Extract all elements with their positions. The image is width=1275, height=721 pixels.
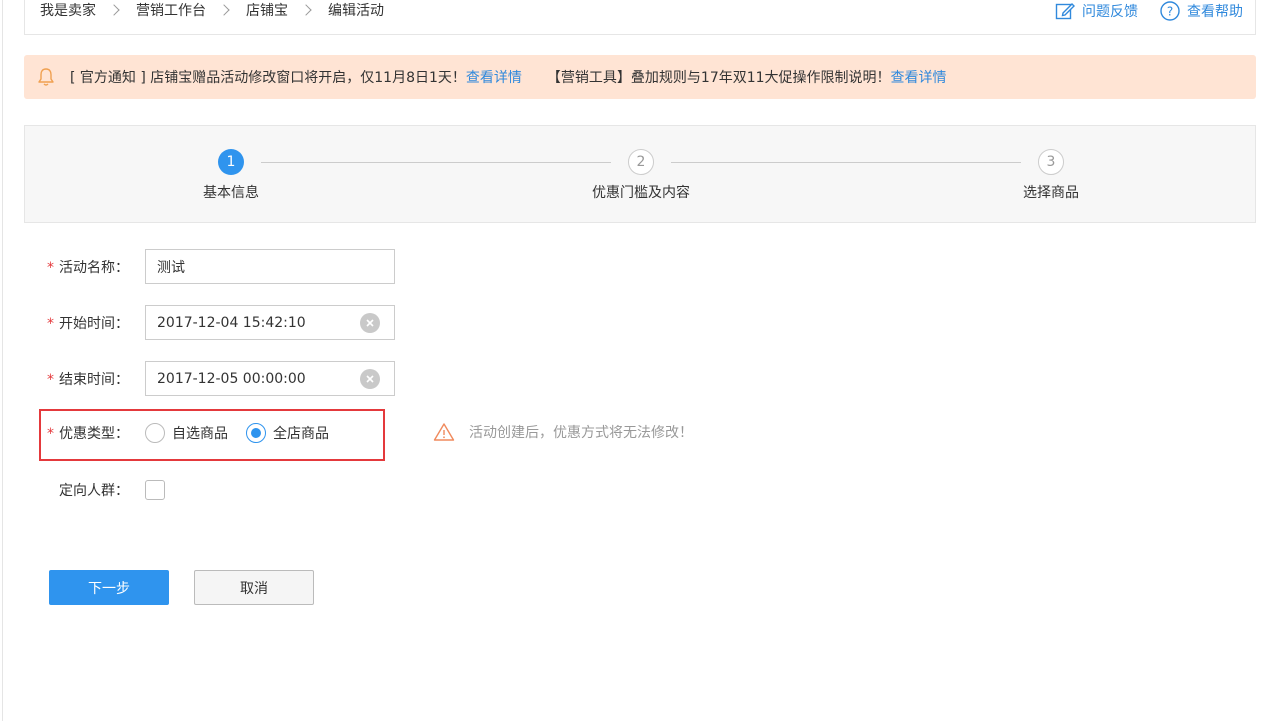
field-end-time: * 结束时间： 2017-12-05 00:00:00 — [0, 361, 395, 396]
bell-icon — [36, 67, 56, 87]
chevron-right-icon — [218, 4, 230, 16]
discount-type-warning: 活动创建后，优惠方式将无法修改！ — [433, 422, 693, 442]
radio-label: 全店商品 — [273, 426, 329, 442]
start-time-input[interactable]: 2017-12-04 15:42:10 — [145, 305, 395, 340]
clear-icon[interactable] — [360, 369, 380, 389]
field-label: 定向人群： — [59, 483, 129, 499]
field-start-time: * 开始时间： 2017-12-04 15:42:10 — [0, 305, 395, 340]
step-label: 选择商品 — [1023, 185, 1079, 201]
step-number: 2 — [628, 149, 654, 175]
breadcrumb-item-marketing[interactable]: 营销工作台 — [136, 0, 206, 20]
input-value: 测试 — [157, 259, 185, 276]
warning-icon — [433, 423, 455, 441]
help-label: 查看帮助 — [1187, 4, 1243, 20]
clear-icon[interactable] — [360, 313, 380, 333]
required-mark: * — [47, 259, 54, 276]
warning-text: 活动创建后，优惠方式将无法修改！ — [469, 425, 693, 441]
radio-circle-checked — [246, 423, 266, 443]
activity-name-input[interactable]: 测试 — [145, 249, 395, 284]
step-connector — [261, 162, 611, 163]
radio-circle — [145, 423, 165, 443]
step-label: 优惠门槛及内容 — [592, 185, 690, 201]
step-number: 3 — [1038, 149, 1064, 175]
step-number: 1 — [218, 149, 244, 175]
feedback-link[interactable]: 问题反馈 — [1055, 1, 1138, 21]
header-actions: 问题反馈 ? 查看帮助 — [1033, 0, 1243, 22]
required-mark: * — [47, 315, 54, 332]
field-label: * 活动名称： — [47, 259, 129, 276]
notice-banner: [ 官方通知 ] 店铺宝赠品活动修改窗口将开启，仅11月8日1天！ 查看详情 【… — [24, 55, 1256, 99]
radio-label: 自选商品 — [172, 426, 228, 442]
required-mark: * — [47, 371, 54, 388]
breadcrumb-item-seller[interactable]: 我是卖家 — [40, 0, 96, 20]
help-link[interactable]: ? 查看帮助 — [1160, 1, 1243, 21]
breadcrumb-bar: 我是卖家 营销工作台 店铺宝 编辑活动 问题反馈 ? 查看帮助 — [24, 0, 1256, 35]
notice-text-official: [ 官方通知 ] 店铺宝赠品活动修改窗口将开启，仅11月8日1天！ — [70, 70, 466, 86]
field-activity-name: * 活动名称： 测试 — [0, 249, 395, 284]
radio-all-store-goods[interactable]: 全店商品 — [246, 423, 329, 443]
chevron-right-icon — [108, 4, 120, 16]
edit-icon — [1055, 3, 1075, 20]
step-threshold-content: 2 优惠门槛及内容 — [571, 149, 711, 202]
end-time-input[interactable]: 2017-12-05 00:00:00 — [145, 361, 395, 396]
step-label: 基本信息 — [203, 185, 259, 201]
field-label: * 优惠类型： — [47, 426, 129, 442]
notice-detail-link-1[interactable]: 查看详情 — [466, 67, 522, 87]
required-mark: * — [47, 426, 54, 442]
help-icon: ? — [1160, 1, 1180, 21]
breadcrumb: 我是卖家 营销工作台 店铺宝 编辑活动 — [40, 0, 384, 27]
progress-steps: 1 基本信息 2 优惠门槛及内容 3 选择商品 — [24, 125, 1256, 223]
field-label: * 结束时间： — [47, 371, 129, 388]
breadcrumb-item-edit-activity: 编辑活动 — [328, 3, 384, 19]
radio-selected-goods[interactable]: 自选商品 — [145, 423, 228, 443]
feedback-label: 问题反馈 — [1082, 4, 1138, 20]
field-target-group: 定向人群： — [0, 480, 165, 500]
input-value: 2017-12-05 00:00:00 — [157, 370, 306, 387]
chevron-right-icon — [300, 4, 312, 16]
next-step-button[interactable]: 下一步 — [49, 570, 169, 605]
target-group-checkbox[interactable] — [145, 480, 165, 500]
cancel-button[interactable]: 取消 — [194, 570, 314, 605]
step-select-goods: 3 选择商品 — [981, 149, 1121, 202]
notice-text-tools: 【营销工具】叠加规则与17年双11大促操作限制说明！ — [546, 70, 891, 86]
field-discount-type: * 优惠类型： 自选商品 全店商品 — [0, 423, 347, 443]
input-value: 2017-12-04 15:42:10 — [157, 314, 306, 331]
step-basic-info: 1 基本信息 — [161, 149, 301, 202]
step-connector — [671, 162, 1021, 163]
field-label: * 开始时间： — [47, 315, 129, 332]
notice-detail-link-2[interactable]: 查看详情 — [891, 67, 947, 87]
svg-text:?: ? — [1167, 5, 1173, 19]
breadcrumb-item-shop-treasure[interactable]: 店铺宝 — [246, 0, 288, 20]
